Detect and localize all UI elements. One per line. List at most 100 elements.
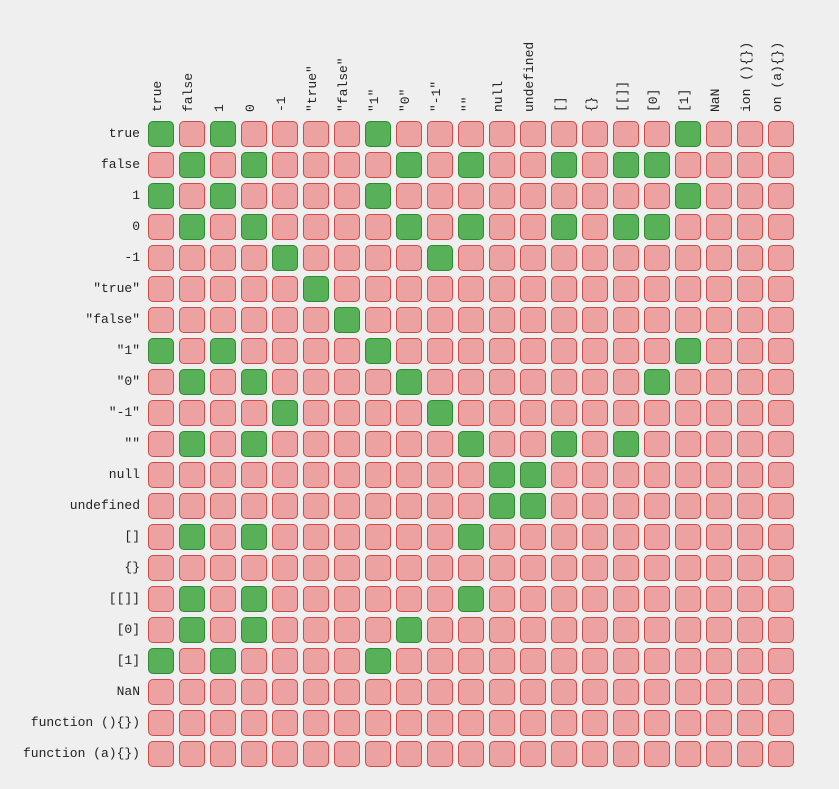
grid-cell — [303, 183, 329, 209]
grid-cell — [179, 400, 205, 426]
grid-cell — [737, 648, 763, 674]
grid-cell — [365, 121, 391, 147]
grid-cell — [210, 400, 236, 426]
grid-row: {} — [145, 552, 796, 583]
grid-cell — [396, 710, 422, 736]
grid-cell — [768, 431, 794, 457]
grid-cell — [427, 276, 453, 302]
grid-cell — [148, 338, 174, 364]
grid-cell — [551, 648, 577, 674]
grid-cell — [427, 338, 453, 364]
row-label: 0 — [0, 219, 140, 234]
grid-cell — [520, 307, 546, 333]
grid-cell — [272, 555, 298, 581]
grid-cell — [675, 493, 701, 519]
grid-cell — [179, 679, 205, 705]
column-label: undefined — [522, 42, 537, 112]
grid-cell — [303, 648, 329, 674]
grid-cell — [675, 245, 701, 271]
grid-cell — [303, 338, 329, 364]
column-label: 0 — [243, 104, 258, 112]
grid-cell — [613, 617, 639, 643]
grid-cell — [706, 121, 732, 147]
grid-cell — [148, 648, 174, 674]
grid-cell — [613, 462, 639, 488]
grid-cell — [241, 276, 267, 302]
row-label: [1] — [0, 653, 140, 668]
grid-cell — [210, 369, 236, 395]
grid-row: [[]] — [145, 583, 796, 614]
grid-cell — [148, 431, 174, 457]
grid-cell — [210, 152, 236, 178]
grid-cell — [706, 462, 732, 488]
grid-cell — [582, 586, 608, 612]
grid-cell — [768, 214, 794, 240]
grid-cell — [365, 586, 391, 612]
grid-row: NaN — [145, 676, 796, 707]
row-label: -1 — [0, 250, 140, 265]
grid-cell — [613, 555, 639, 581]
grid-cell — [303, 121, 329, 147]
grid-cell — [365, 245, 391, 271]
grid-cell — [675, 214, 701, 240]
grid-cell — [613, 152, 639, 178]
grid-cell — [458, 338, 484, 364]
grid-cell — [737, 245, 763, 271]
grid-cell — [179, 555, 205, 581]
grid-cell — [675, 586, 701, 612]
row-label: [[]] — [0, 591, 140, 606]
grid-cell — [272, 338, 298, 364]
grid-cell — [396, 741, 422, 767]
grid-cell — [334, 214, 360, 240]
grid-cell — [582, 245, 608, 271]
grid-cell — [427, 369, 453, 395]
grid-cell — [148, 524, 174, 550]
grid-cell — [551, 400, 577, 426]
grid-cell — [179, 214, 205, 240]
grid-cell — [613, 648, 639, 674]
grid-cell — [303, 152, 329, 178]
grid-cell — [520, 648, 546, 674]
grid-cell — [334, 307, 360, 333]
grid-cell — [520, 276, 546, 302]
grid-cell — [210, 524, 236, 550]
grid-cell — [303, 276, 329, 302]
grid-row: false — [145, 149, 796, 180]
grid-cell — [768, 462, 794, 488]
grid-cell — [520, 152, 546, 178]
grid-cell — [179, 245, 205, 271]
grid-cell — [737, 493, 763, 519]
row-label: "" — [0, 436, 140, 451]
grid-cell — [675, 307, 701, 333]
grid-cell — [768, 121, 794, 147]
grid-cell — [644, 586, 670, 612]
grid-cell — [334, 152, 360, 178]
grid-cell — [458, 741, 484, 767]
grid-cell — [644, 617, 670, 643]
grid-cell — [427, 710, 453, 736]
grid-cell — [210, 493, 236, 519]
grid-cell — [458, 307, 484, 333]
column-label: false — [181, 73, 196, 112]
grid-cell — [737, 462, 763, 488]
column-label: "true" — [305, 65, 320, 112]
grid-cell — [489, 276, 515, 302]
grid-cell — [334, 679, 360, 705]
grid-cell — [520, 245, 546, 271]
grid-cell — [582, 710, 608, 736]
grid-cell — [303, 462, 329, 488]
grid-cell — [210, 648, 236, 674]
grid-cell — [768, 307, 794, 333]
grid-cell — [241, 121, 267, 147]
grid-cell — [551, 710, 577, 736]
grid-cell — [706, 245, 732, 271]
grid-cell — [303, 617, 329, 643]
grid-cell — [489, 462, 515, 488]
grid-cell — [148, 586, 174, 612]
grid-cell — [675, 617, 701, 643]
grid-cell — [551, 245, 577, 271]
grid-cell — [520, 679, 546, 705]
grid-cell — [210, 710, 236, 736]
grid-cell — [551, 741, 577, 767]
grid-cell — [303, 555, 329, 581]
